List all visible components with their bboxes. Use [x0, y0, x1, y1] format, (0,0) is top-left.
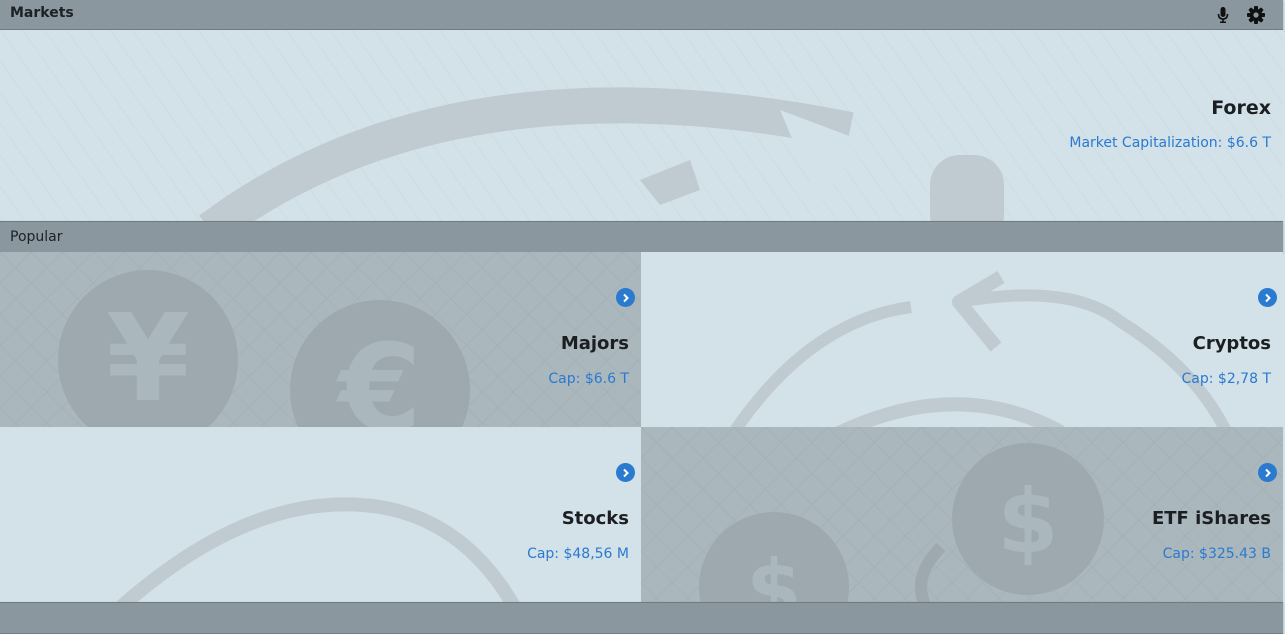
tile-etf-ishares[interactable]: $ $ ETF iShares Cap: $325.43 B: [641, 427, 1283, 602]
stocks-arrow-icon[interactable]: [616, 463, 635, 482]
majors-title: Majors: [560, 333, 629, 354]
etf-arrow-icon[interactable]: [1258, 463, 1277, 482]
svg-text:€: €: [335, 320, 422, 427]
majors-arrow-icon[interactable]: [616, 288, 635, 307]
forex-banner[interactable]: Forex Market Capitalization: $6.6 T: [0, 30, 1283, 221]
forex-title: Forex: [1211, 97, 1271, 119]
majors-cap: Cap: $6.6 T: [548, 371, 629, 387]
forex-market-cap: Market Capitalization: $6.6 T: [1069, 135, 1271, 151]
tile-stocks[interactable]: Stocks Cap: $48,56 M: [0, 427, 641, 602]
svg-text:$: $: [746, 543, 802, 602]
popular-section-header: Popular: [0, 221, 1283, 253]
exchange-background-illustration: [0, 30, 1283, 221]
microphone-icon[interactable]: [1214, 6, 1232, 24]
etf-title: ETF iShares: [1151, 508, 1271, 529]
gear-icon[interactable]: [1247, 6, 1265, 24]
tile-majors[interactable]: ¥ € Majors Cap: $6.6 T: [0, 252, 641, 427]
stocks-cap: Cap: $48,56 M: [527, 546, 629, 562]
tile-cryptos[interactable]: Cryptos Cap: $2,78 T: [641, 252, 1283, 427]
stocks-title: Stocks: [561, 508, 629, 529]
bottom-bar: [0, 602, 1283, 634]
exchange-background-illustration: [730, 270, 1231, 427]
header-bar: Markets: [0, 0, 1283, 30]
exchange-background-illustration: [116, 497, 520, 602]
popular-title: Popular: [10, 229, 63, 245]
cryptos-title: Cryptos: [1192, 333, 1271, 354]
cryptos-arrow-icon[interactable]: [1258, 288, 1277, 307]
currency-background-illustration: ¥ €: [0, 252, 641, 427]
svg-text:¥: ¥: [106, 290, 190, 427]
page-title: Markets: [10, 5, 74, 21]
etf-cap: Cap: $325.43 B: [1162, 546, 1271, 562]
svg-text:$: $: [997, 470, 1058, 573]
cryptos-cap: Cap: $2,78 T: [1181, 371, 1272, 387]
